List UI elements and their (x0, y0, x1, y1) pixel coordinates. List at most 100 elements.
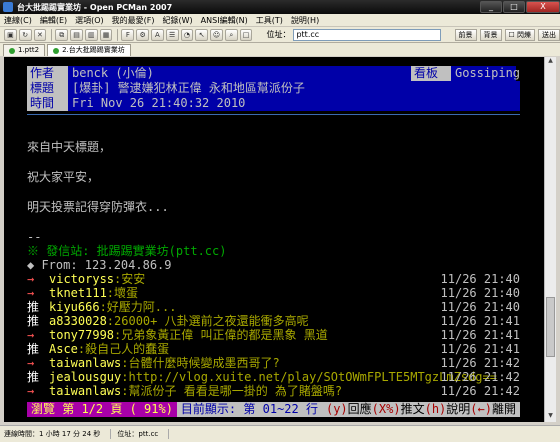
menu-connection[interactable]: 連線(C) (4, 15, 32, 26)
key-reply[interactable]: (y) (326, 402, 348, 416)
push-tag: → (27, 356, 35, 370)
address-book-icon[interactable]: ☰ (165, 28, 179, 41)
push-row: 推 jealousguy:http://vlog.xuite.net/play/S… (27, 370, 520, 384)
leave-label: 離開 (491, 402, 516, 416)
disconnect-icon[interactable]: ✕ (33, 28, 47, 41)
address-input[interactable]: ptt.cc (293, 28, 441, 41)
push-row: → taiwanlaws:幫派份子 看看是哪一掛的 為了賭盤嗎? 11/26 21… (27, 384, 520, 398)
push-user: jealousguy (49, 370, 122, 384)
scroll-down-icon[interactable]: ▼ (545, 412, 556, 422)
push-content: :壞蛋 (106, 286, 139, 300)
push-tag: → (27, 328, 35, 342)
push-user: tony77998 (49, 328, 115, 342)
search-icon[interactable]: ⌕ (224, 28, 238, 41)
push-time: 11/26 21:42 (440, 370, 520, 384)
push-content: :26000+ 八卦選前之夜還能衝多高呢 (106, 314, 309, 328)
vertical-scrollbar[interactable]: ▲ ▼ (544, 57, 556, 422)
push-tag: → (27, 384, 35, 398)
push-time: 11/26 21:42 (440, 356, 520, 370)
menu-options[interactable]: 選項(O) (75, 15, 104, 26)
emoticon-icon[interactable]: ☺ (210, 28, 223, 41)
maximize-button[interactable]: □ (503, 1, 525, 13)
line-indicator: 目前顯示: 第 01~22 行 (176, 402, 326, 417)
key-help[interactable]: (h) (425, 402, 447, 416)
toolbar: ▣ ↻ ✕ ⧉ ▤ ▥ ▦ F ⚙ A ☰ ◔ ↖ ☺ ⌕ □ 位址： ptt.… (0, 27, 560, 43)
key-push[interactable]: (X%) (372, 402, 401, 416)
key-leave[interactable]: (←) (470, 402, 492, 416)
push-content: :安安 (114, 272, 146, 286)
push-row: 推 kiyu666:好壓力阿... 11/26 21:40 (27, 300, 520, 314)
title-value: [爆卦] 警逮嫌犯林正偉 永和地區幫派份子 (68, 81, 520, 96)
push-time: 11/26 21:40 (440, 286, 520, 300)
page-indicator: 瀏覽 第 1/2 頁 ( 91%) (27, 402, 177, 417)
terminal-screen[interactable]: 作者 benck (小倫) 看板 Gossiping 標題 [爆卦] 警逮嫌犯林… (4, 57, 544, 422)
menu-tools[interactable]: 工具(T) (256, 15, 283, 26)
toolbar-divider (51, 28, 53, 41)
push-row: → tknet111:壞蛋 11/26 21:40 (27, 286, 520, 300)
title-bar: 台大批踢踢實業坊 - Open PCMan 2007 _ □ X (0, 0, 560, 14)
push-tag: → (27, 272, 35, 286)
help-label: 說明 (446, 402, 471, 416)
push-content: :好壓力阿... (99, 300, 177, 314)
tab-ptt2[interactable]: 1.ptt2 (3, 44, 46, 56)
flash-checkbox[interactable]: ☐ 閃爍 (504, 28, 536, 41)
board-value: Gossiping (451, 66, 520, 81)
push-time: 11/26 21:41 (440, 314, 520, 328)
send-button[interactable]: 送出 (538, 28, 560, 41)
push-content: :兄弟象黃正偉 叫正偉的都是黑象 黑道 (114, 328, 328, 342)
connection-time: 連線時間：1 小時 17 分 24 秒 (4, 429, 112, 439)
push-tag: 推 (27, 342, 40, 356)
back-color-button[interactable]: 背景 (479, 28, 502, 41)
from-line: ◆ From: 123.204.86.9 (27, 258, 172, 272)
push-user: a8330028 (49, 314, 107, 328)
push-time: 11/26 21:40 (440, 300, 520, 314)
ansi-icon[interactable]: A (151, 28, 164, 41)
push-user: victoryss (49, 272, 115, 286)
push-row: → tony77998:兄弟象黃正偉 叫正偉的都是黑象 黑道 11/26 21:4… (27, 328, 520, 342)
paste-icon[interactable]: ▤ (70, 28, 83, 41)
copy-icon[interactable]: ⧉ (55, 28, 69, 41)
minimize-button[interactable]: _ (480, 1, 502, 13)
push-tag: 推 (27, 370, 40, 384)
new-connection-icon[interactable]: ▣ (4, 28, 17, 41)
push-content: :殺自己人的蠢蛋 (77, 342, 170, 356)
tab-ptt[interactable]: 2.台大批踢踢實業坊 (47, 44, 131, 56)
time-value: Fri Nov 26 21:40:32 2010 (68, 96, 520, 111)
menu-records[interactable]: 紀錄(W) (163, 15, 193, 26)
push-user: taiwanlaws (49, 384, 122, 398)
body-line: 來自中天標題， (27, 140, 112, 154)
reconnect-icon[interactable]: ↻ (18, 28, 32, 41)
connected-icon (9, 47, 15, 54)
push-user: taiwanlaws (49, 356, 122, 370)
scroll-thumb[interactable] (546, 297, 555, 357)
address-label: 位址： (266, 30, 291, 39)
settings-icon[interactable]: ⚙ (136, 28, 149, 41)
push-time: 11/26 21:41 (440, 342, 520, 356)
select-all-icon[interactable]: ▦ (99, 28, 113, 41)
menu-favorites[interactable]: 我的最愛(F) (112, 15, 155, 26)
push-time: 11/26 21:40 (440, 272, 520, 286)
font-icon[interactable]: F (121, 28, 135, 41)
push-user: kiyu666 (49, 300, 100, 314)
author-value: benck (小倫) (68, 66, 411, 81)
antiidle-icon[interactable]: ◔ (180, 28, 194, 41)
menu-help[interactable]: 說明(H) (291, 15, 319, 26)
board-key: 看板 (411, 66, 451, 81)
hint-keys: (y)回應(X%)推文(h)說明(←)離開 (325, 402, 520, 417)
scroll-up-icon[interactable]: ▲ (545, 57, 556, 67)
menu-edit[interactable]: 編輯(E) (40, 15, 67, 26)
menu-bar: 連線(C) 編輯(E) 選項(O) 我的最愛(F) 紀錄(W) ANSI編輯(N… (0, 14, 560, 27)
mouse-icon[interactable]: ↖ (195, 28, 209, 41)
tab-bar: 1.ptt2 2.台大批踢踢實業坊 (0, 43, 560, 56)
footer-bar: 瀏覽 第 1/2 頁 ( 91%) 目前顯示: 第 01~22 行 (y)回應(… (27, 402, 520, 417)
push-tag: → (27, 286, 35, 300)
copy-ansi-icon[interactable]: ▥ (84, 28, 98, 41)
close-button[interactable]: X (526, 1, 560, 13)
header-author-row: 作者 benck (小倫) 看板 Gossiping (27, 66, 520, 81)
fullscreen-icon[interactable]: □ (239, 28, 253, 41)
menu-ansi-edit[interactable]: ANSI編輯(N) (201, 15, 248, 26)
push-content: :台體什麼時候變成墨西哥了? (121, 356, 280, 370)
front-color-button[interactable]: 前景 (454, 28, 477, 41)
title-key: 標題 (27, 81, 68, 96)
push-row: → victoryss:安安 11/26 21:40 (27, 272, 520, 286)
